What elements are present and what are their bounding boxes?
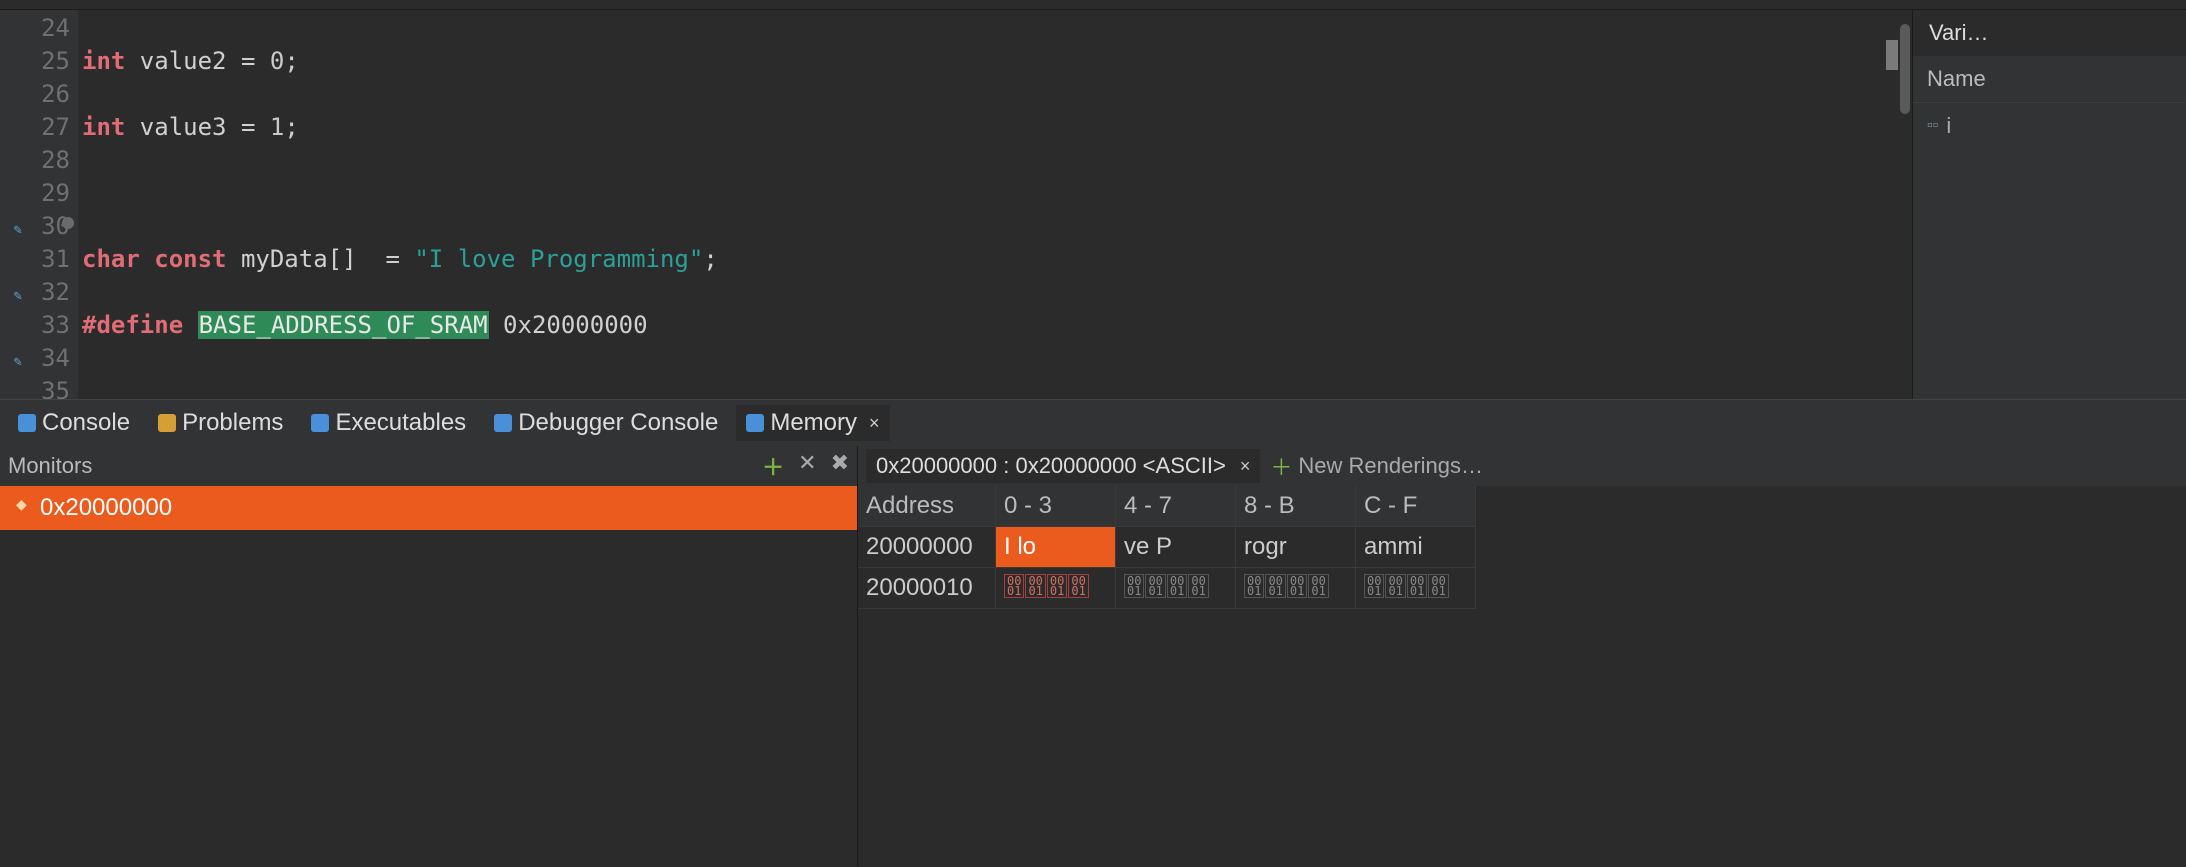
monitors-title: Monitors xyxy=(8,453,92,479)
monitor-item[interactable]: 0x20000000 xyxy=(0,486,857,530)
variable-name: i xyxy=(1946,113,1951,139)
col-header-c-f: C - F xyxy=(1356,486,1476,527)
col-header-address: Address xyxy=(858,486,996,527)
memory-table[interactable]: Address 0 - 3 4 - 7 8 - B C - F 20000000… xyxy=(858,486,2186,867)
remove-all-monitors-icon[interactable]: ✖ xyxy=(831,450,849,482)
rendering-tab[interactable]: 0x20000000 : 0x20000000 <ASCII> × xyxy=(866,449,1260,483)
remove-monitor-icon[interactable]: ✕ xyxy=(798,450,816,482)
executables-icon xyxy=(311,414,329,432)
code-content[interactable]: int value2 = 0; int value3 = 1; char con… xyxy=(78,10,1912,399)
new-renderings-tab[interactable]: ＋ New Renderings… xyxy=(1260,446,1493,486)
col-header-8-b: 8 - B xyxy=(1236,486,1356,527)
tab-memory[interactable]: Memory× xyxy=(736,405,889,441)
problems-icon xyxy=(158,414,176,432)
bottom-tabs: Console Problems Executables Debugger Co… xyxy=(0,400,2186,446)
memory-icon xyxy=(746,414,764,432)
tab-executables[interactable]: Executables xyxy=(301,405,476,441)
tab-debugger-console[interactable]: Debugger Console xyxy=(484,405,728,441)
overview-ruler[interactable] xyxy=(1886,40,1898,70)
close-icon[interactable]: × xyxy=(1240,456,1251,477)
variables-panel: Vari… Name ▫▫ i xyxy=(1912,10,2186,399)
fold-handle-icon[interactable] xyxy=(62,217,74,229)
monitors-list: 0x20000000 xyxy=(0,486,857,867)
editor-tabs-bar xyxy=(0,0,2186,10)
memory-cell-selected[interactable]: I lo xyxy=(996,527,1116,568)
memory-row[interactable]: 20000010 0001000100010001 00010001000100… xyxy=(858,568,2186,609)
close-icon[interactable]: × xyxy=(869,413,880,434)
debugger-console-icon xyxy=(494,414,512,432)
variable-row[interactable]: ▫▫ i xyxy=(1927,113,2172,139)
line-number-gutter: ✎ ✎ ✎ 24 25 26 27 28 29 30 31 32 33 34 3… xyxy=(0,10,78,399)
console-icon xyxy=(18,414,36,432)
memory-row[interactable]: 20000000 I lo ve P rogr ammi xyxy=(858,527,2186,568)
tab-console[interactable]: Console xyxy=(8,405,140,441)
editor-scrollbar[interactable] xyxy=(1900,24,1910,114)
code-editor[interactable]: ✎ ✎ ✎ 24 25 26 27 28 29 30 31 32 33 34 3… xyxy=(0,10,1912,399)
gutter-marker-icon: ✎ xyxy=(4,280,22,298)
add-rendering-icon: ＋ xyxy=(1270,450,1292,482)
variables-tab[interactable]: Vari… xyxy=(1913,10,2186,56)
gutter-marker-icon: ✎ xyxy=(4,214,22,232)
col-header-4-7: 4 - 7 xyxy=(1116,486,1236,527)
col-header-0-3: 0 - 3 xyxy=(996,486,1116,527)
variables-header-name: Name xyxy=(1913,56,2186,103)
variable-icon: ▫▫ xyxy=(1927,117,1938,135)
gutter-marker-icon: ✎ xyxy=(4,346,22,364)
add-monitor-icon[interactable]: ＋ xyxy=(762,450,784,482)
tab-problems[interactable]: Problems xyxy=(148,405,293,441)
